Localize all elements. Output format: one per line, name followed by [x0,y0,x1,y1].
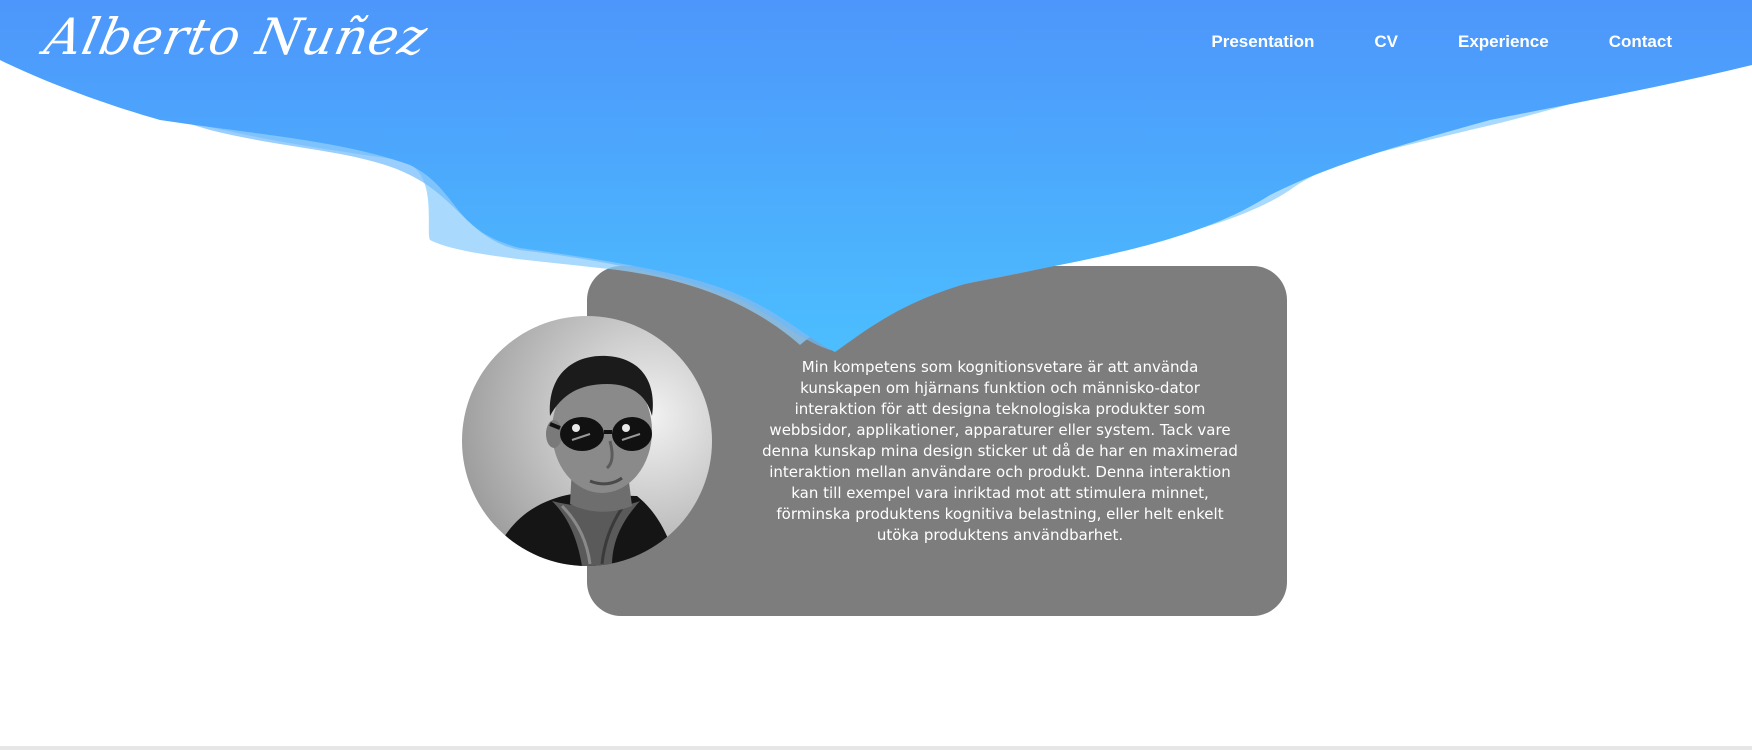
site-header: Alberto Nuñez Presentation CV Experience… [0,0,1752,90]
portrait-illustration [462,316,712,566]
logo[interactable]: Alberto Nuñez [40,8,433,66]
nav-experience[interactable]: Experience [1458,32,1549,52]
nav-contact[interactable]: Contact [1609,32,1672,52]
main-nav: Presentation CV Experience Contact [1151,32,1672,52]
page-bottom-border [0,746,1752,750]
profile-photo [462,316,712,566]
nav-presentation[interactable]: Presentation [1211,32,1314,52]
page: Alberto Nuñez Presentation CV Experience… [0,0,1752,750]
intro-text: Min kompetens som kognitionsvetare är at… [762,358,1238,544]
nav-cv[interactable]: CV [1374,32,1398,52]
